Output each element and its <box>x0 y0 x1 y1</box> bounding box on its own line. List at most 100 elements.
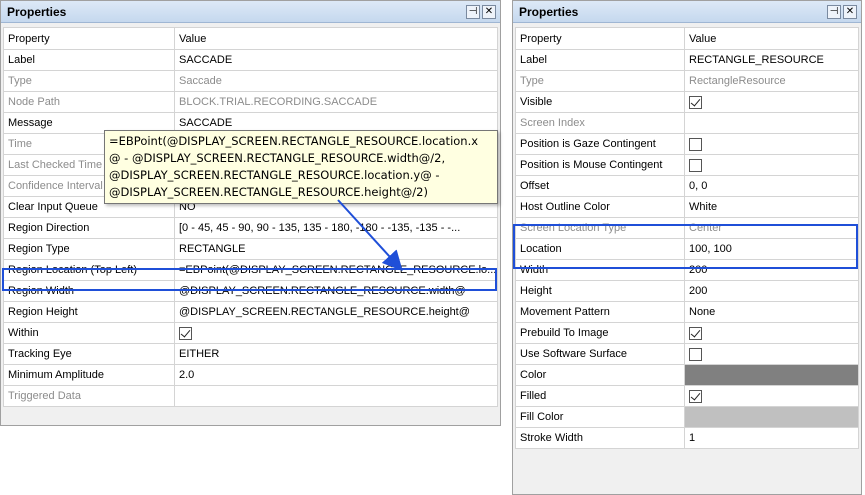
property-name: Screen Location Type <box>515 217 685 239</box>
tooltip-line: @DISPLAY_SCREEN.RECTANGLE_RESOURCE.heigh… <box>109 185 428 199</box>
property-row-label[interactable]: Label RECTANGLE_RESOURCE <box>515 49 859 71</box>
property-row-label[interactable]: Label SACCADE <box>3 49 498 71</box>
property-row-within[interactable]: Within <box>3 322 498 344</box>
right-panel-title: Properties <box>519 5 579 19</box>
property-row-tracking-eye[interactable]: Tracking Eye EITHER <box>3 343 498 365</box>
property-value-color-swatch[interactable] <box>684 406 859 428</box>
property-name: Within <box>3 322 175 344</box>
property-value[interactable]: RectangleResource <box>684 70 859 92</box>
property-row-movement-pattern[interactable]: Movement Pattern None <box>515 301 859 323</box>
value-column-header[interactable]: Value <box>174 27 498 50</box>
property-name: Type <box>515 70 685 92</box>
property-name: Region Type <box>3 238 175 260</box>
property-value[interactable]: SACCADE <box>174 49 498 71</box>
property-value-checkbox-cell[interactable] <box>684 385 859 407</box>
property-value[interactable]: 200 <box>684 259 859 281</box>
checkbox-checked-icon[interactable] <box>689 389 702 403</box>
property-row-fill-color[interactable]: Fill Color <box>515 406 859 428</box>
property-row-region-width[interactable]: Region Width @DISPLAY_SCREEN.RECTANGLE_RE… <box>3 280 498 302</box>
property-row-width[interactable]: Width 200 <box>515 259 859 281</box>
checkbox-unchecked-icon[interactable] <box>689 347 702 361</box>
property-value[interactable]: RECTANGLE_RESOURCE <box>684 49 859 71</box>
property-column-header[interactable]: Property <box>3 27 175 50</box>
property-row-type[interactable]: Type RectangleResource <box>515 70 859 92</box>
property-name: Fill Color <box>515 406 685 428</box>
property-value[interactable] <box>174 385 498 407</box>
pin-icon[interactable]: ⊣ <box>827 5 841 19</box>
property-value[interactable] <box>684 112 859 134</box>
property-value[interactable]: Saccade <box>174 70 498 92</box>
property-value[interactable]: @DISPLAY_SCREEN.RECTANGLE_RESOURCE.heigh… <box>174 301 498 323</box>
property-value-checkbox-cell[interactable] <box>684 133 859 155</box>
property-name: Color <box>515 364 685 386</box>
checkbox-checked-icon[interactable] <box>689 326 702 340</box>
tooltip-line: =EBPoint(@DISPLAY_SCREEN.RECTANGLE_RESOU… <box>109 134 479 148</box>
property-name: Label <box>515 49 685 71</box>
grid-header: Property Value <box>515 27 859 50</box>
property-value[interactable]: RECTANGLE <box>174 238 498 260</box>
value-column-header[interactable]: Value <box>684 27 859 50</box>
property-name: Tracking Eye <box>3 343 175 365</box>
property-value[interactable]: =EBPoint(@DISPLAY_SCREEN.RECTANGLE_RESOU… <box>174 259 498 281</box>
tooltip-line: @DISPLAY_SCREEN.RECTANGLE_RESOURCE.locat… <box>109 168 440 182</box>
color-swatch[interactable] <box>685 365 858 385</box>
property-value-checkbox-cell[interactable] <box>684 91 859 113</box>
property-value-checkbox-cell[interactable] <box>684 154 859 176</box>
property-name: Type <box>3 70 175 92</box>
property-name: Movement Pattern <box>515 301 685 323</box>
property-row-stroke-width[interactable]: Stroke Width 1 <box>515 427 859 449</box>
property-row-type[interactable]: Type Saccade <box>3 70 498 92</box>
checkbox-unchecked-icon[interactable] <box>689 137 702 151</box>
property-value[interactable]: EITHER <box>174 343 498 365</box>
property-row-offset[interactable]: Offset 0, 0 <box>515 175 859 197</box>
color-swatch[interactable] <box>685 407 858 427</box>
property-value-checkbox-cell[interactable] <box>684 322 859 344</box>
property-row-use-software-surface[interactable]: Use Software Surface <box>515 343 859 365</box>
left-properties-panel: Properties ⊣ ✕ Property Value Label SACCA… <box>0 0 501 426</box>
property-value[interactable]: None <box>684 301 859 323</box>
property-value-checkbox-cell[interactable] <box>174 322 498 344</box>
property-value-checkbox-cell[interactable] <box>684 343 859 365</box>
property-row-region-height[interactable]: Region Height @DISPLAY_SCREEN.RECTANGLE_R… <box>3 301 498 323</box>
property-row-region-direction[interactable]: Region Direction [0 - 45, 45 - 90, 90 - 1… <box>3 217 498 239</box>
property-value[interactable]: @DISPLAY_SCREEN.RECTANGLE_RESOURCE.width… <box>174 280 498 302</box>
property-value[interactable]: 0, 0 <box>684 175 859 197</box>
property-name: Width <box>515 259 685 281</box>
checkbox-checked-icon[interactable] <box>689 95 702 109</box>
property-row-prebuild-to-image[interactable]: Prebuild To Image <box>515 322 859 344</box>
checkbox-unchecked-icon[interactable] <box>689 158 702 172</box>
property-row-color[interactable]: Color <box>515 364 859 386</box>
property-row-region-type[interactable]: Region Type RECTANGLE <box>3 238 498 260</box>
property-value[interactable]: 1 <box>684 427 859 449</box>
property-value-color-swatch[interactable] <box>684 364 859 386</box>
expression-tooltip: =EBPoint(@DISPLAY_SCREEN.RECTANGLE_RESOU… <box>104 130 498 204</box>
property-row-host-outline-color[interactable]: Host Outline Color White <box>515 196 859 218</box>
close-icon[interactable]: ✕ <box>843 5 857 19</box>
property-row-visible[interactable]: Visible <box>515 91 859 113</box>
property-value[interactable]: 100, 100 <box>684 238 859 260</box>
property-row-minimum-amplitude[interactable]: Minimum Amplitude 2.0 <box>3 364 498 386</box>
property-value[interactable]: BLOCK.TRIAL.RECORDING.SACCADE <box>174 91 498 113</box>
property-row-filled[interactable]: Filled <box>515 385 859 407</box>
property-name: Prebuild To Image <box>515 322 685 344</box>
property-value[interactable]: 2.0 <box>174 364 498 386</box>
property-name: Offset <box>515 175 685 197</box>
property-row-region-location-top-left[interactable]: Region Location (Top Left) =EBPoint(@DISP… <box>3 259 498 281</box>
close-icon[interactable]: ✕ <box>482 5 496 19</box>
checkbox-checked-icon[interactable] <box>179 326 192 340</box>
property-row-position-is-mouse-contingent[interactable]: Position is Mouse Contingent <box>515 154 859 176</box>
property-row-triggered-data[interactable]: Triggered Data <box>3 385 498 407</box>
property-row-screen-location-type[interactable]: Screen Location Type Center <box>515 217 859 239</box>
property-row-screen-index[interactable]: Screen Index <box>515 112 859 134</box>
property-value[interactable]: White <box>684 196 859 218</box>
property-column-header[interactable]: Property <box>515 27 685 50</box>
property-value[interactable]: [0 - 45, 45 - 90, 90 - 135, 135 - 180, -… <box>174 217 498 239</box>
property-row-position-is-gaze-contingent[interactable]: Position is Gaze Contingent <box>515 133 859 155</box>
property-value[interactable]: 200 <box>684 280 859 302</box>
property-row-node-path[interactable]: Node Path BLOCK.TRIAL.RECORDING.SACCADE <box>3 91 498 113</box>
property-value[interactable]: Center <box>684 217 859 239</box>
property-row-location[interactable]: Location 100, 100 <box>515 238 859 260</box>
property-name: Stroke Width <box>515 427 685 449</box>
property-row-height[interactable]: Height 200 <box>515 280 859 302</box>
pin-icon[interactable]: ⊣ <box>466 5 480 19</box>
